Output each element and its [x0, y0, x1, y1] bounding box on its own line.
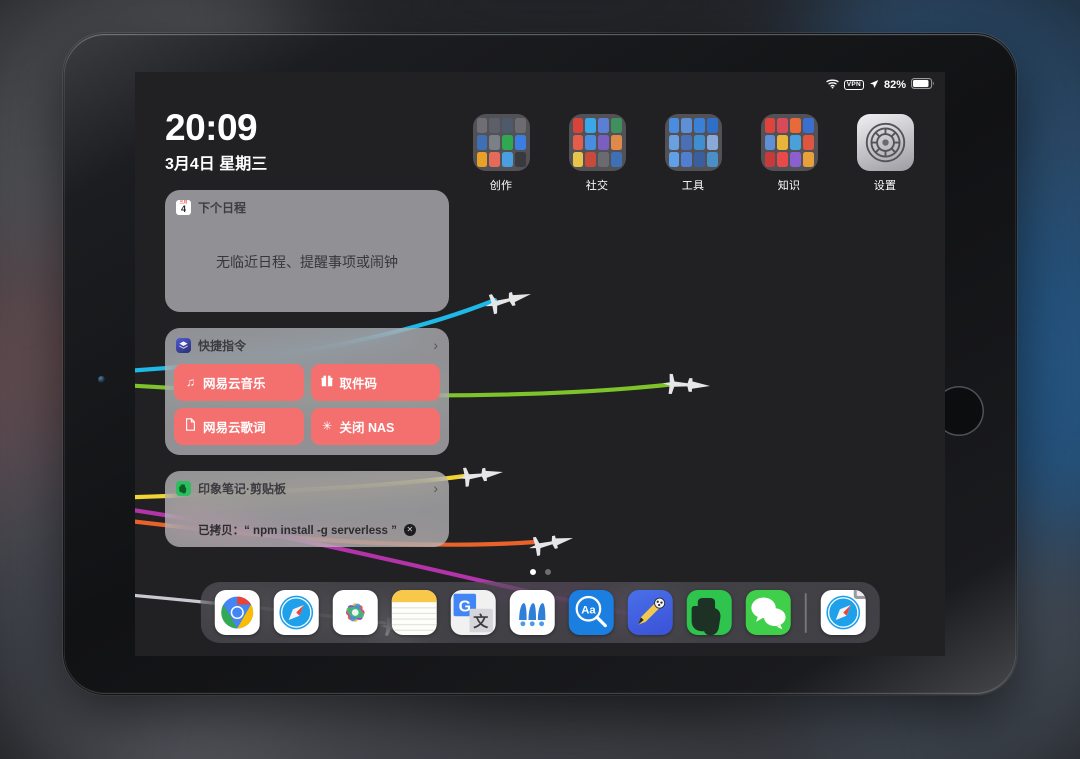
folder-social-tile[interactable]	[568, 114, 626, 171]
battery-percent: 82%	[883, 79, 906, 91]
music-note-icon: ♫	[186, 375, 195, 390]
shortcut-label: 关闭 NAS	[339, 420, 395, 435]
app-settings[interactable]: 设置	[855, 114, 915, 193]
home-screen-app-row: 创作 社交 工具 知识 设置	[471, 114, 945, 193]
evernote-widget-title: 印象笔记·剪贴板	[198, 481, 286, 496]
photos-icon[interactable]	[332, 590, 378, 635]
shortcut-label: 取件码	[339, 376, 378, 391]
folder-knowledge-tile[interactable]	[760, 114, 818, 171]
clock-widget: 20:09 3月4日 星期三	[165, 107, 449, 174]
clock-date: 3月4日 星期三	[165, 155, 268, 173]
svg-text:G: G	[459, 599, 471, 616]
shortcut-tile[interactable]: 取件码	[310, 363, 440, 401]
folder-creation[interactable]: 创作	[471, 114, 531, 193]
calendar-icon-day: 4	[180, 203, 186, 214]
clear-clipboard-button[interactable]: ✕	[403, 523, 416, 536]
status-bar: VPN 82%	[826, 77, 935, 93]
calendar-widget-title: 下个日程	[198, 200, 247, 215]
dock: G 文 Aa	[200, 582, 880, 643]
shortcuts-widget-title: 快捷指令	[198, 338, 247, 353]
front-camera	[98, 376, 105, 383]
wechat-icon[interactable]	[745, 590, 791, 635]
folder-tools[interactable]: 工具	[663, 114, 723, 193]
shortcuts-icon	[176, 337, 191, 353]
evernote-icon[interactable]	[686, 590, 732, 635]
clipboard-text: 已拷贝：“ npm install -g serverless ”	[198, 524, 397, 537]
ipad-device: VPN 82% 20:09 3月4日 星期三 三月 4 下个日程 无临近日程、提…	[63, 33, 1017, 695]
folder-creation-tile[interactable]	[472, 114, 530, 171]
shortcut-label: 网易云歌词	[203, 420, 266, 435]
evernote-clipboard-row: 已拷贝：“ npm install -g serverless ” ✕	[165, 522, 449, 538]
shortcuts-widget-header: 快捷指令 ›	[165, 328, 449, 359]
shortcuts-widget[interactable]: 快捷指令 › ♫ 网易云音乐 取件码 网易云歌词 ✳ 关闭 NAS	[165, 327, 449, 455]
page-indicator[interactable]	[135, 569, 945, 575]
folder-social-label: 社交	[585, 180, 609, 192]
page-dot-1[interactable]	[529, 569, 536, 575]
evernote-clipboard-widget[interactable]: 印象笔记·剪贴板 › 已拷贝：“ npm install -g serverle…	[165, 470, 449, 547]
page-dot-2[interactable]	[544, 569, 551, 575]
chevron-right-icon[interactable]: ›	[433, 338, 438, 352]
folder-tools-label: 工具	[681, 180, 705, 192]
folder-knowledge-label: 知识	[777, 180, 801, 192]
calendar-widget-header: 三月 4 下个日程	[165, 190, 449, 221]
gift-icon	[321, 375, 334, 390]
settings-icon[interactable]	[856, 114, 914, 171]
handoff-mac-badge	[853, 590, 866, 599]
wifi-icon	[826, 78, 839, 92]
folder-tools-tile[interactable]	[664, 114, 722, 171]
folder-creation-label: 创作	[489, 180, 513, 192]
google-translate-icon[interactable]: G 文	[450, 590, 496, 635]
calendar-icon: 三月 4	[176, 199, 191, 215]
document-icon	[184, 418, 197, 434]
folder-knowledge[interactable]: 知识	[759, 114, 819, 193]
evernote-widget-header: 印象笔记·剪贴板 ›	[165, 471, 449, 502]
chrome-icon[interactable]	[214, 590, 260, 635]
sparkle-icon: ✳	[321, 419, 333, 434]
safari-icon[interactable]	[273, 590, 319, 635]
chevron-right-icon[interactable]: ›	[433, 481, 438, 495]
folder-social[interactable]: 社交	[567, 114, 627, 193]
shortcut-tile[interactable]: ✳ 关闭 NAS	[310, 407, 440, 445]
svg-text:Aa: Aa	[581, 604, 596, 616]
shortcut-tile[interactable]: 网易云歌词	[174, 407, 304, 445]
shortcut-tile[interactable]: ♫ 网易云音乐	[174, 363, 304, 401]
app-settings-label: 设置	[873, 180, 897, 192]
widget-column: 20:09 3月4日 星期三 三月 4 下个日程 无临近日程、提醒事项或闹钟 快…	[165, 107, 449, 547]
dock-separator	[804, 592, 807, 633]
calendar-widget[interactable]: 三月 4 下个日程 无临近日程、提醒事项或闹钟	[165, 189, 449, 312]
mweb-icon[interactable]	[509, 590, 555, 635]
shortcut-label: 网易云音乐	[203, 376, 266, 391]
shortcuts-tiles: ♫ 网易云音乐 取件码 网易云歌词 ✳ 关闭 NAS	[165, 359, 449, 455]
evernote-elephant-icon	[176, 480, 191, 496]
clock-time: 20:09	[165, 107, 258, 148]
notability-icon[interactable]	[627, 590, 673, 635]
battery-icon	[911, 78, 935, 92]
dictionary-icon[interactable]: Aa	[568, 590, 614, 635]
calendar-empty-message: 无临近日程、提醒事项或闹钟	[216, 254, 398, 271]
ipad-screen: VPN 82% 20:09 3月4日 星期三 三月 4 下个日程 无临近日程、提…	[135, 72, 945, 656]
svg-text:文: 文	[473, 613, 489, 631]
location-arrow-icon	[869, 79, 879, 92]
vpn-badge: VPN	[843, 80, 864, 90]
safari-handoff-icon[interactable]	[820, 590, 866, 635]
notes-icon[interactable]	[391, 590, 437, 635]
